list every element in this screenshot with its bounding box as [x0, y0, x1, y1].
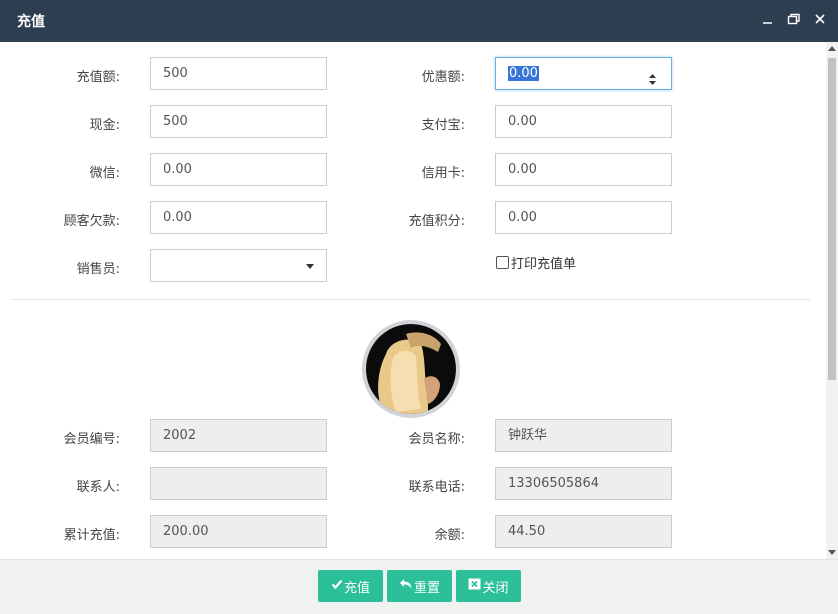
cash-label: 现金:	[89, 118, 120, 133]
discount-amount-value: 0.00	[508, 66, 539, 81]
checkbox-box[interactable]	[496, 256, 509, 269]
close-icon[interactable]	[812, 11, 828, 27]
recharge-points-input[interactable]: 0.00	[495, 201, 672, 234]
phone-label: 联系电话:	[408, 480, 465, 495]
dialog-footer: 充值 重置 关闭	[0, 559, 838, 614]
alipay-label: 支付宝:	[421, 118, 465, 133]
salesperson-select[interactable]	[150, 249, 327, 282]
close-button[interactable]: 关闭	[456, 570, 521, 602]
section-divider	[12, 299, 810, 300]
total-recharge-label: 累计充值:	[63, 528, 120, 543]
scrollbar-thumb[interactable]	[828, 58, 836, 380]
print-receipt-label: 打印充值单	[511, 257, 577, 272]
balance-label: 余额:	[434, 528, 465, 543]
close-box-icon	[468, 578, 481, 594]
contact-person-label: 联系人:	[76, 480, 120, 495]
scroll-down-icon[interactable]	[828, 550, 836, 555]
balance-field: 44.50	[495, 515, 672, 548]
window-title: 充值	[17, 14, 45, 30]
check-icon	[331, 578, 343, 594]
number-spinner-icon[interactable]	[648, 67, 657, 98]
wechat-label: 微信:	[89, 166, 120, 181]
recharge-amount-label: 充值额:	[76, 70, 120, 85]
credit-card-label: 信用卡:	[421, 166, 465, 181]
recharge-button[interactable]: 充值	[318, 570, 383, 602]
customer-debt-label: 顾客欠款:	[63, 214, 120, 229]
member-name-label: 会员名称:	[408, 432, 465, 447]
form-content: 充值额: 500 优惠额: 0.00 现金: 500 支付宝: 0.00 微信:…	[0, 42, 838, 559]
undo-icon	[399, 578, 413, 594]
cash-input[interactable]: 500	[150, 105, 327, 138]
reset-button-label: 重置	[413, 580, 440, 596]
minimize-icon[interactable]	[760, 11, 776, 27]
reset-button[interactable]: 重置	[387, 570, 452, 602]
recharge-amount-input[interactable]: 500	[150, 57, 327, 90]
vertical-scrollbar[interactable]	[826, 42, 838, 559]
credit-card-input[interactable]: 0.00	[495, 153, 672, 186]
phone-field: 13306505864	[495, 467, 672, 500]
chevron-down-icon	[306, 264, 314, 269]
print-receipt-checkbox[interactable]: 打印充值单	[496, 253, 576, 272]
contact-person-field	[150, 467, 327, 500]
recharge-points-label: 充值积分:	[408, 214, 465, 229]
alipay-input[interactable]: 0.00	[495, 105, 672, 138]
restore-icon[interactable]	[786, 11, 802, 27]
wechat-input[interactable]: 0.00	[150, 153, 327, 186]
member-number-label: 会员编号:	[63, 432, 120, 447]
discount-amount-label: 优惠额:	[421, 70, 465, 85]
member-number-field: 2002	[150, 419, 327, 452]
discount-amount-input[interactable]: 0.00	[495, 57, 672, 90]
window-titlebar: 充值	[0, 0, 838, 42]
recharge-button-label: 充值	[343, 580, 370, 596]
scroll-up-icon[interactable]	[828, 46, 836, 51]
customer-debt-input[interactable]: 0.00	[150, 201, 327, 234]
close-button-label: 关闭	[482, 580, 509, 596]
salesperson-label: 销售员:	[76, 262, 120, 277]
total-recharge-field: 200.00	[150, 515, 327, 548]
member-name-field: 钟跃华	[495, 419, 672, 452]
member-avatar	[362, 320, 460, 418]
